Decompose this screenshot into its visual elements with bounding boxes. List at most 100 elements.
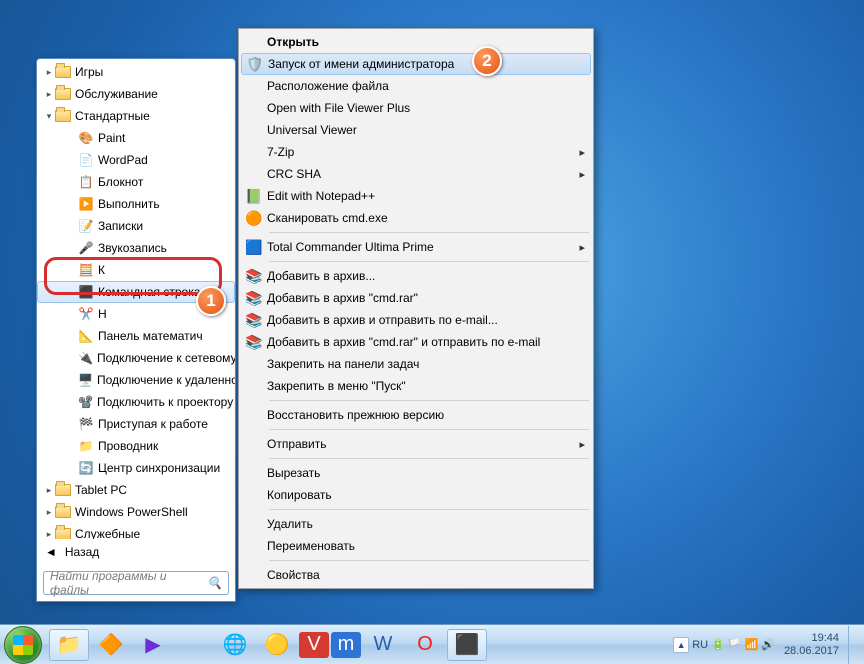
start-button[interactable] xyxy=(4,626,42,664)
tray-battery-icon[interactable]: 🔋 xyxy=(711,638,725,651)
context-menu-item[interactable]: Закрепить в меню "Пуск" xyxy=(241,375,591,397)
menu-item-label: Восстановить прежнюю версию xyxy=(267,408,573,422)
menu-item-label: Удалить xyxy=(267,517,573,531)
taskbar-ie-icon[interactable]: 🌐 xyxy=(215,629,255,661)
context-menu-item[interactable]: Расположение файла xyxy=(241,75,591,97)
menu-item-label: Отправить xyxy=(267,437,573,451)
program-label: Подключение к сетевому xyxy=(97,351,235,365)
menu-item-label: Открыть xyxy=(267,35,573,49)
program-item[interactable]: 🏁Приступая к работе xyxy=(37,413,235,435)
taskbar-maxthon-icon[interactable]: m xyxy=(331,632,361,658)
context-menu-item[interactable]: Переименовать xyxy=(241,535,591,557)
taskbar-explorer-icon[interactable]: 📁 xyxy=(49,629,89,661)
program-icon: 🖥️ xyxy=(78,372,93,388)
context-menu-item[interactable]: Открыть xyxy=(241,31,591,53)
taskbar-media-icon[interactable]: ▶ xyxy=(133,629,173,661)
program-item[interactable]: 📽️ Подключить к проектору xyxy=(37,391,235,413)
tray-volume-icon[interactable]: 🔊 xyxy=(761,638,775,651)
program-item[interactable]: 🖥️ Подключение к удаленном xyxy=(37,369,235,391)
taskbar-cmd-icon[interactable]: ⬛ xyxy=(447,629,487,661)
taskbar-word-icon[interactable]: W xyxy=(363,629,403,661)
context-menu-item[interactable]: 📚Добавить в архив... xyxy=(241,265,591,287)
program-item[interactable]: 📁Проводник xyxy=(37,435,235,457)
program-item[interactable]: 🔄 Центр синхронизации xyxy=(37,457,235,479)
context-menu-item[interactable]: Universal Viewer xyxy=(241,119,591,141)
program-item[interactable]: 📐Панель математич xyxy=(37,325,235,347)
context-menu-item[interactable]: 🛡️Запуск от имени администратора xyxy=(241,53,591,75)
context-menu-item[interactable]: Свойства xyxy=(241,564,591,586)
context-menu-item[interactable]: 📚Добавить в архив "cmd.rar" xyxy=(241,287,591,309)
program-icon: 🔄 xyxy=(78,460,94,476)
tray-clock[interactable]: 19:44 28.06.2017 xyxy=(784,632,839,658)
menu-item-label: Universal Viewer xyxy=(267,123,573,137)
program-label: К xyxy=(98,263,105,277)
program-item[interactable]: 🎨Paint xyxy=(37,127,235,149)
program-item[interactable]: 🧮К xyxy=(37,259,235,281)
program-label: Подключение к удаленном xyxy=(97,373,235,387)
folder-item[interactable]: ▾Стандартные xyxy=(37,105,235,127)
system-tray: ▲ RU 🔋 🏳️ 📶 🔊 19:44 28.06.2017 xyxy=(667,625,864,664)
folder-item[interactable]: ▸ Windows PowerShell xyxy=(37,501,235,523)
taskbar: 📁 🔶 ▶ 🌐 🟡 V m W O ⬛ ▲ RU 🔋 🏳️ 📶 🔊 19:44 … xyxy=(0,624,864,664)
folder-item[interactable]: ▸ Игры xyxy=(37,61,235,83)
menu-item-label: Расположение файла xyxy=(267,79,573,93)
context-menu-item[interactable]: Open with File Viewer Plus xyxy=(241,97,591,119)
context-menu-item[interactable]: Копировать xyxy=(241,484,591,506)
context-menu-item[interactable]: 🟦Total Commander Ultima Prime xyxy=(241,236,591,258)
tree-toggle-icon: ▾ xyxy=(43,111,55,122)
folder-item[interactable]: ▸Служебные xyxy=(37,523,235,539)
menu-item-label: Закрепить в меню "Пуск" xyxy=(267,379,573,393)
context-menu-item[interactable]: 📚Добавить в архив и отправить по e-mail.… xyxy=(241,309,591,331)
program-icon: 📽️ xyxy=(78,394,93,410)
context-menu-item[interactable]: Отправить xyxy=(241,433,591,455)
program-item[interactable]: 📄WordPad xyxy=(37,149,235,171)
folder-label: Windows PowerShell xyxy=(75,505,188,519)
tree-toggle-icon: ▸ xyxy=(43,485,55,496)
context-menu-item[interactable]: CRC SHA xyxy=(241,163,591,185)
menu-item-icon: 📚 xyxy=(241,290,267,307)
tray-flag-icon[interactable]: 🏳️ xyxy=(728,638,742,651)
menu-item-label: Сканировать cmd.exe xyxy=(267,211,573,225)
program-item[interactable]: 🎤Звукозапись xyxy=(37,237,235,259)
show-desktop-button[interactable] xyxy=(848,626,858,664)
folder-item[interactable]: ▸Обслуживание xyxy=(37,83,235,105)
folder-label: Игры xyxy=(75,65,103,79)
menu-item-label: Переименовать xyxy=(267,539,573,553)
back-button[interactable]: ◄ Назад xyxy=(37,539,235,565)
context-menu-item[interactable]: Восстановить прежнюю версию xyxy=(241,404,591,426)
program-label: Н xyxy=(98,307,107,321)
program-item[interactable]: ▶️Выполнить xyxy=(37,193,235,215)
program-icon: 📁 xyxy=(78,438,94,454)
context-menu-item[interactable]: Вырезать xyxy=(241,462,591,484)
tray-date: 28.06.2017 xyxy=(784,645,839,658)
tree-toggle-icon: ▸ xyxy=(43,507,55,518)
context-menu-item[interactable]: 📚Добавить в архив "cmd.rar" и отправить … xyxy=(241,331,591,353)
menu-item-label: Добавить в архив "cmd.rar" и отправить п… xyxy=(267,335,573,349)
folder-label: Tablet PC xyxy=(75,483,127,497)
context-menu-item[interactable]: 📗Edit with Notepad++ xyxy=(241,185,591,207)
menu-item-label: 7-Zip xyxy=(267,145,573,159)
program-label: Центр синхронизации xyxy=(98,461,220,475)
context-menu-item[interactable]: Удалить xyxy=(241,513,591,535)
program-label: Командная строка xyxy=(98,285,200,299)
tray-network-icon[interactable]: 📶 xyxy=(745,638,759,651)
program-item[interactable]: 📝Записки xyxy=(37,215,235,237)
search-input[interactable]: Найти программы и файлы 🔍 xyxy=(43,571,229,595)
tray-lang[interactable]: RU xyxy=(692,639,708,651)
tray-chevron-icon[interactable]: ▲ xyxy=(673,637,689,653)
program-label: Paint xyxy=(98,131,125,145)
taskbar-vivaldi-icon[interactable]: V xyxy=(299,632,329,658)
taskbar-opera-icon[interactable]: O xyxy=(405,629,445,661)
context-menu-item[interactable]: 7-Zip xyxy=(241,141,591,163)
program-label: Подключить к проектору xyxy=(97,395,233,409)
context-menu-item[interactable]: 🟠Сканировать cmd.exe xyxy=(241,207,591,229)
folder-item[interactable]: ▸ Tablet PC xyxy=(37,479,235,501)
program-item[interactable]: 🔌Подключение к сетевому xyxy=(37,347,235,369)
program-item[interactable]: 📋Блокнот xyxy=(37,171,235,193)
tree-toggle-icon: ▸ xyxy=(43,67,55,78)
taskbar-chrome-icon[interactable]: 🟡 xyxy=(257,629,297,661)
menu-item-icon: 🛡️ xyxy=(242,56,268,73)
context-menu-item[interactable]: Закрепить на панели задач xyxy=(241,353,591,375)
program-icon: ✂️ xyxy=(78,306,94,322)
taskbar-wmp-icon[interactable]: 🔶 xyxy=(91,629,131,661)
